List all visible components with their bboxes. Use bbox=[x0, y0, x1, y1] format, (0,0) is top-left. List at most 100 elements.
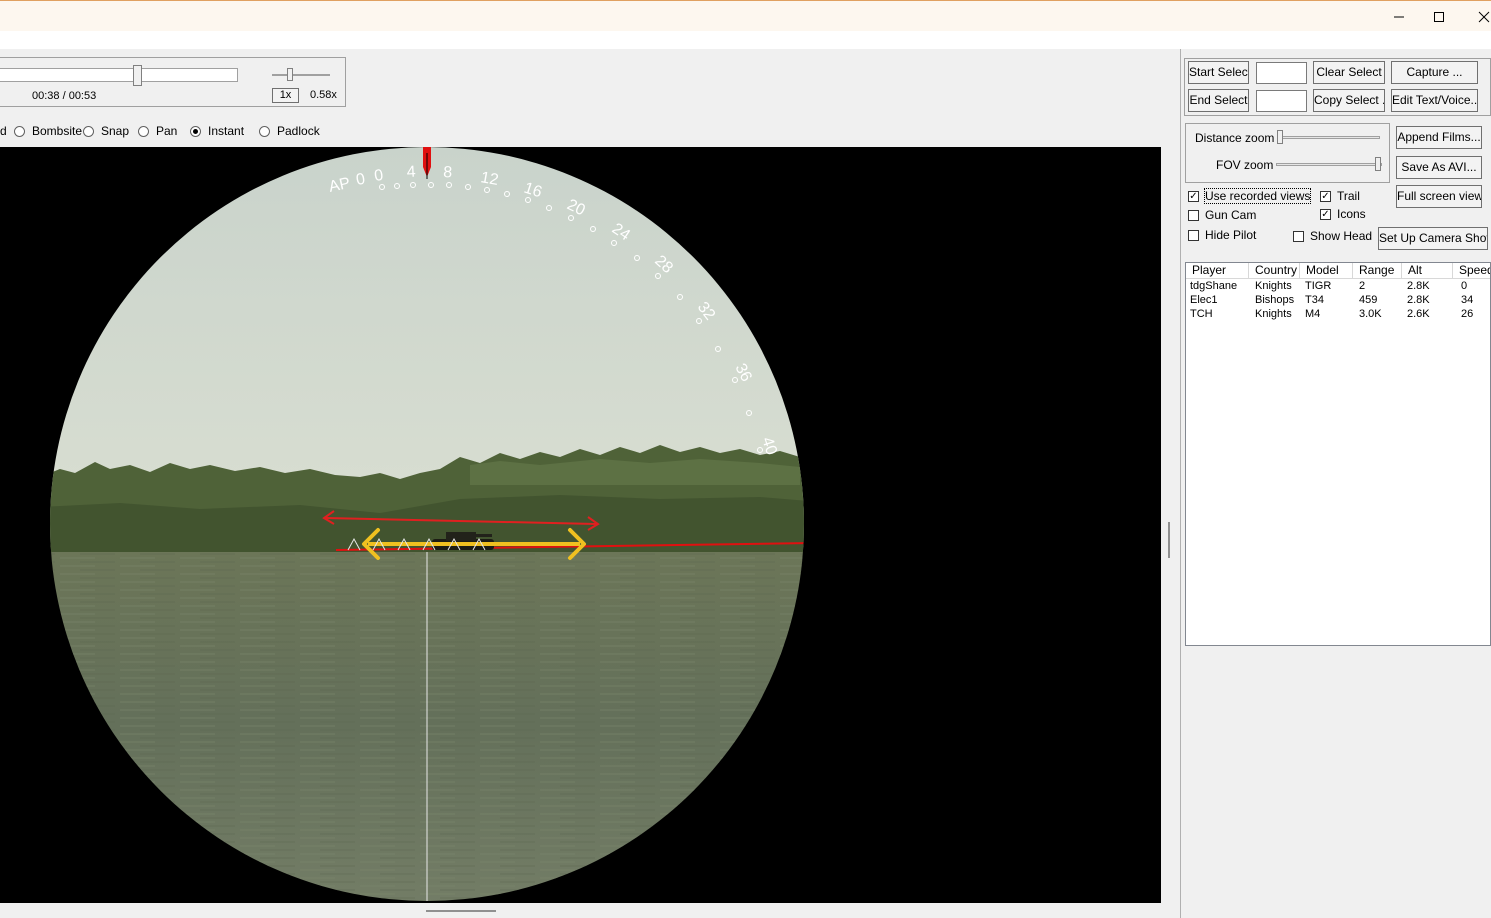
radio-label: Bombsite bbox=[32, 124, 83, 138]
radio-label: Snap bbox=[101, 124, 130, 138]
checkbox-label: Use recorded views bbox=[1203, 188, 1312, 204]
ground-texture bbox=[50, 547, 804, 901]
copy-select-button[interactable]: Copy Select ... bbox=[1313, 89, 1385, 112]
panel-divider bbox=[1180, 49, 1181, 918]
radio-dot bbox=[259, 125, 270, 137]
icons-checkbox[interactable]: ✓ Icons bbox=[1320, 207, 1366, 221]
column-model[interactable]: Model bbox=[1300, 263, 1353, 279]
scale-label: 8 bbox=[443, 164, 453, 181]
cell-country: Knights bbox=[1255, 308, 1292, 320]
radio-dot bbox=[138, 125, 149, 137]
cell-speed: 34 bbox=[1461, 294, 1474, 306]
clear-select-button[interactable]: Clear Select bbox=[1313, 61, 1385, 84]
column-range[interactable]: Range bbox=[1353, 263, 1402, 279]
radio-bombsite[interactable]: Bombsite bbox=[14, 124, 82, 138]
radio-label: Instant bbox=[208, 124, 245, 138]
cell-range: 3.0K bbox=[1359, 308, 1382, 320]
column-country[interactable]: Country bbox=[1249, 263, 1300, 279]
cell-range: 2 bbox=[1359, 280, 1366, 292]
menu-strip bbox=[0, 31, 1491, 49]
rate-reset-button[interactable]: 1x bbox=[272, 88, 299, 103]
set-up-camera-shots-button[interactable]: Set Up Camera Shots bbox=[1378, 227, 1488, 250]
checkbox-label: Icons bbox=[1337, 207, 1366, 221]
append-films-button[interactable]: Append Films... bbox=[1396, 126, 1482, 149]
checkbox-label: Gun Cam bbox=[1205, 208, 1257, 222]
speed-slider-thumb[interactable] bbox=[287, 68, 293, 81]
radio-dot bbox=[83, 125, 94, 137]
gunsight-view: AP 0 0 4 8 12 16 20 24 28 32 36 40 bbox=[50, 147, 804, 901]
check-icon: ✓ bbox=[1320, 208, 1331, 220]
distance-zoom-label: Distance zoom bbox=[1195, 131, 1275, 145]
fov-zoom-label: FOV zoom bbox=[1216, 158, 1274, 172]
minimize-icon bbox=[1394, 16, 1404, 17]
cell-player: TCH bbox=[1190, 308, 1213, 320]
capture-button[interactable]: Capture ... bbox=[1391, 61, 1478, 84]
title-bar bbox=[0, 0, 1491, 31]
end-select-input[interactable] bbox=[1256, 90, 1307, 112]
cell-model: M4 bbox=[1305, 308, 1321, 320]
distance-zoom-track[interactable] bbox=[1278, 136, 1380, 139]
maximize-icon bbox=[1434, 11, 1444, 22]
checkbox-label: Show Head bbox=[1310, 229, 1373, 243]
cell-speed: 0 bbox=[1461, 280, 1468, 292]
table-row[interactable]: tdgShane Knights TIGR 2 2.8K 0 bbox=[1186, 279, 1490, 293]
fov-zoom-track[interactable] bbox=[1276, 163, 1382, 166]
radio-view-partial[interactable]: d bbox=[0, 124, 7, 138]
radio-label: d bbox=[0, 124, 7, 138]
cell-country: Knights bbox=[1255, 280, 1292, 292]
maximize-button[interactable] bbox=[1416, 1, 1462, 32]
fov-zoom-thumb[interactable] bbox=[1375, 157, 1381, 171]
cell-alt: 2.6K bbox=[1407, 308, 1430, 320]
panel-splitter[interactable] bbox=[1168, 522, 1170, 558]
cell-model: TIGR bbox=[1305, 280, 1332, 292]
trail-checkbox[interactable]: ✓ Trail bbox=[1320, 189, 1360, 203]
cell-alt: 2.8K bbox=[1407, 280, 1430, 292]
radio-dot bbox=[14, 125, 25, 137]
playback-speed: 0.58x bbox=[310, 89, 337, 101]
hide-pilot-checkbox[interactable]: Hide Pilot bbox=[1188, 228, 1256, 242]
timeline-thumb[interactable] bbox=[133, 65, 142, 86]
player-list-header: Player Country Model Range Alt Speed bbox=[1186, 263, 1490, 279]
table-row[interactable]: Elec1 Bishops T34 459 2.8K 34 bbox=[1186, 293, 1490, 307]
gun-cam-checkbox[interactable]: Gun Cam bbox=[1188, 208, 1256, 222]
speed-slider-track[interactable] bbox=[272, 74, 330, 76]
close-icon bbox=[1478, 11, 1490, 22]
distance-zoom-thumb[interactable] bbox=[1277, 130, 1283, 144]
film-viewport[interactable]: AP 0 0 4 8 12 16 20 24 28 32 36 40 bbox=[0, 147, 1161, 903]
radio-instant[interactable]: Instant bbox=[190, 124, 244, 138]
cell-model: T34 bbox=[1305, 294, 1324, 306]
cell-country: Bishops bbox=[1255, 294, 1295, 306]
player-list[interactable]: Player Country Model Range Alt Speed tdg… bbox=[1185, 262, 1491, 646]
timeline-track[interactable] bbox=[0, 68, 238, 82]
radio-label: Padlock bbox=[277, 124, 320, 138]
viewport-scrollbar[interactable] bbox=[426, 910, 496, 912]
start-select-button[interactable]: Start Select bbox=[1188, 61, 1249, 84]
cell-player: Elec1 bbox=[1190, 294, 1218, 306]
radio-snap[interactable]: Snap bbox=[83, 124, 129, 138]
save-as-avi-button[interactable]: Save As AVI... bbox=[1396, 156, 1482, 179]
checkbox-label: Hide Pilot bbox=[1205, 228, 1257, 242]
radio-label: Pan bbox=[156, 124, 178, 138]
cell-range: 459 bbox=[1359, 294, 1378, 306]
show-head-checkbox[interactable]: Show Head bbox=[1293, 229, 1372, 243]
column-player[interactable]: Player bbox=[1186, 263, 1249, 279]
playback-time: 00:38 / 00:53 bbox=[32, 90, 97, 102]
column-alt[interactable]: Alt bbox=[1402, 263, 1453, 279]
checkbox-box bbox=[1188, 229, 1199, 241]
close-button[interactable] bbox=[1461, 1, 1491, 32]
check-icon: ✓ bbox=[1188, 190, 1199, 202]
full-screen-view-button[interactable]: Full screen view bbox=[1396, 185, 1482, 208]
start-select-input[interactable] bbox=[1256, 62, 1307, 84]
use-recorded-views-checkbox[interactable]: ✓ Use recorded views bbox=[1188, 188, 1312, 204]
column-speed[interactable]: Speed bbox=[1453, 263, 1490, 279]
radio-pan[interactable]: Pan bbox=[138, 124, 177, 138]
checkbox-box bbox=[1188, 209, 1199, 221]
check-icon: ✓ bbox=[1320, 190, 1331, 202]
radio-dot-selected bbox=[190, 125, 201, 137]
table-row[interactable]: TCH Knights M4 3.0K 2.6K 26 bbox=[1186, 307, 1490, 321]
cell-alt: 2.8K bbox=[1407, 294, 1430, 306]
edit-text-voice-button[interactable]: Edit Text/Voice... bbox=[1391, 89, 1478, 112]
end-select-button[interactable]: End Select bbox=[1188, 89, 1249, 112]
radio-padlock[interactable]: Padlock bbox=[259, 124, 320, 138]
checkbox-box bbox=[1293, 230, 1304, 242]
